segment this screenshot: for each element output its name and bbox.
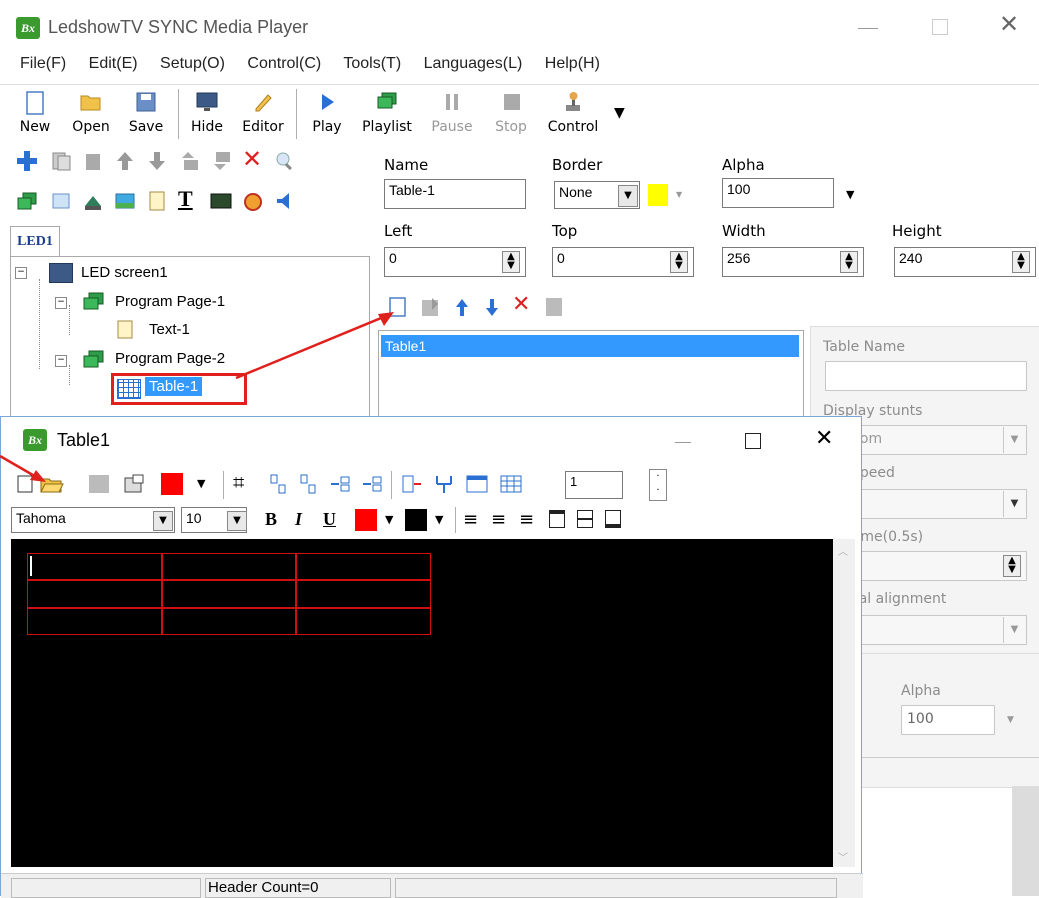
annotation-arrow [0,454,46,482]
annotation-arrow [235,312,394,380]
annotation-overlay [0,312,394,482]
